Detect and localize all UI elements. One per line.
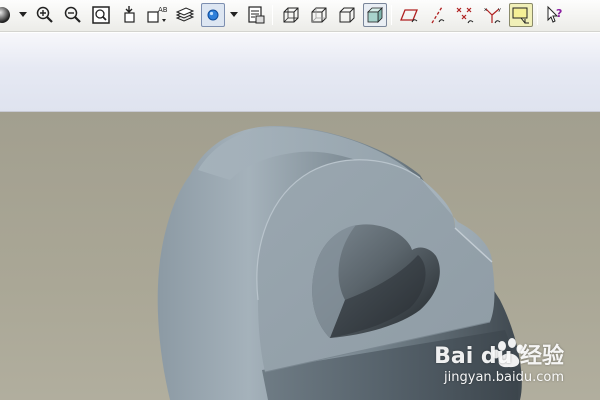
context-help-icon[interactable]: ? — [543, 3, 567, 27]
view-manager-icon[interactable] — [244, 3, 268, 27]
toolbar-separator — [537, 5, 538, 25]
watermark-brand: Bai du 经验 — [434, 344, 564, 369]
dropdown-arrow-icon[interactable] — [18, 3, 28, 27]
toolbar-separator — [272, 5, 273, 25]
graphics-toolbar: AB xy ? — [0, 0, 600, 32]
datum-planes-icon[interactable] — [397, 3, 421, 27]
svg-text:x: x — [484, 7, 487, 13]
shading-sphere-icon[interactable] — [0, 3, 14, 27]
refit-icon[interactable] — [89, 3, 113, 27]
reorient-icon[interactable] — [117, 3, 141, 27]
dropdown-arrow-icon[interactable] — [229, 3, 239, 27]
toolbar-separator — [391, 5, 392, 25]
hidden-line-icon[interactable] — [307, 3, 331, 27]
svg-text:?: ? — [556, 7, 562, 20]
layers-icon[interactable] — [173, 3, 197, 27]
no-hidden-icon[interactable] — [335, 3, 359, 27]
message-area — [0, 33, 600, 112]
shaded-icon[interactable] — [363, 3, 387, 27]
wireframe-icon[interactable] — [279, 3, 303, 27]
zoom-out-icon[interactable] — [61, 3, 85, 27]
svg-text:y: y — [498, 7, 501, 13]
watermark-url: jingyan.baidu.com — [444, 370, 564, 385]
datum-axes-icon[interactable] — [425, 3, 449, 27]
datum-points-icon[interactable] — [453, 3, 477, 27]
saved-views-icon[interactable]: AB — [145, 3, 169, 27]
spin-center-icon[interactable] — [201, 3, 225, 27]
annotation-display-icon[interactable] — [509, 3, 533, 27]
zoom-in-icon[interactable] — [33, 3, 57, 27]
coordinate-systems-icon[interactable]: xy — [481, 3, 505, 27]
svg-text:AB: AB — [158, 6, 168, 14]
